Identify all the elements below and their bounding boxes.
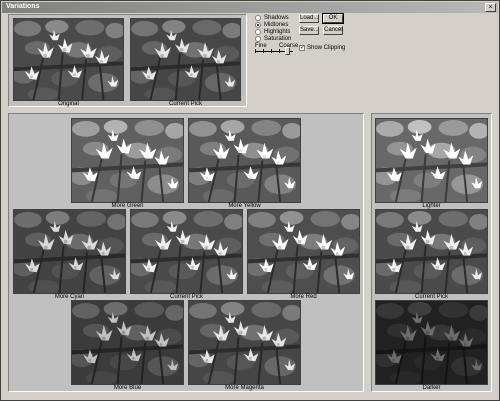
original-label: Original [58, 101, 79, 107]
more-green-thumbnail[interactable] [71, 118, 184, 203]
more-magenta-label: More Magenta [225, 385, 264, 391]
show-clipping-checkbox[interactable]: ✓ Show Clipping [299, 45, 345, 51]
more-yellow-thumbnail[interactable] [188, 118, 301, 203]
fine-label: Fine [255, 43, 267, 49]
current-pick-center-thumbnail[interactable] [130, 209, 243, 294]
slider-tick [255, 49, 256, 53]
current-pick-thumbnail[interactable] [130, 18, 241, 101]
ok-button[interactable]: OK [322, 13, 344, 24]
more-cyan-thumbnail[interactable] [13, 209, 126, 294]
original-current-panel: Original Current Pick [8, 14, 247, 107]
load-button[interactable]: Load... [299, 14, 319, 23]
radio-saturation[interactable]: Saturation [255, 35, 291, 43]
slider-tick [271, 49, 272, 53]
color-variations-panel: More Green More Yellow More Cyan Current… [8, 113, 364, 392]
darker-thumbnail[interactable] [375, 300, 488, 385]
current-pick-label: Current Pick [168, 101, 202, 107]
save-button[interactable]: Save... [299, 26, 319, 35]
more-blue-label: More Blue [113, 385, 142, 391]
variations-dialog: Variations × Original Current Pick Shado… [0, 0, 500, 401]
radio-label: Saturation [264, 36, 292, 42]
radio-icon [255, 36, 261, 42]
darker-label: Darker [422, 385, 441, 391]
cancel-button[interactable]: Cancel [323, 26, 343, 35]
slider-tick [279, 49, 280, 53]
show-clipping-label: Show Clipping [307, 45, 346, 51]
more-blue-thumbnail[interactable] [71, 300, 184, 385]
lightness-panel: Lighter Current Pick Darker [371, 113, 492, 392]
current-pick-lightness-thumbnail[interactable] [375, 209, 488, 294]
more-magenta-thumbnail[interactable] [188, 300, 301, 385]
window-title: Variations [6, 3, 40, 10]
slider-thumb[interactable] [285, 47, 290, 55]
title-bar: Variations × [2, 2, 498, 13]
close-icon[interactable]: × [485, 3, 496, 12]
slider-tick [263, 49, 264, 53]
original-thumbnail[interactable] [13, 18, 124, 101]
more-red-thumbnail[interactable] [247, 209, 360, 294]
checkmark-icon: ✓ [299, 45, 306, 51]
lighter-thumbnail[interactable] [375, 118, 488, 203]
